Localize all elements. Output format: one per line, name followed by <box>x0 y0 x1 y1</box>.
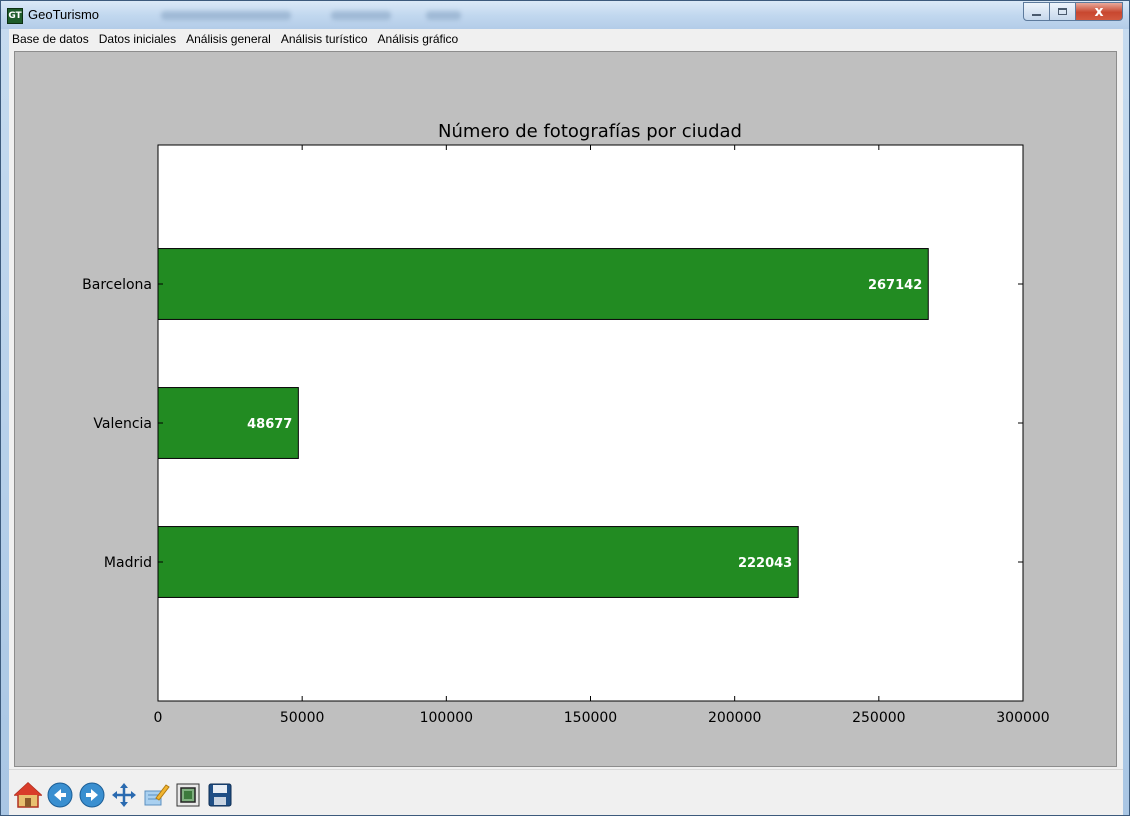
minimize-button[interactable] <box>1023 2 1050 21</box>
menu-analisis-general[interactable]: Análisis general <box>181 32 276 46</box>
pan-icon <box>112 783 136 807</box>
back-button[interactable] <box>45 780 75 810</box>
minimize-icon <box>1032 13 1041 16</box>
bar-value-label: 222043 <box>738 556 792 571</box>
zoom-to-rect-button[interactable] <box>173 780 203 810</box>
navigation-toolbar <box>9 769 1123 815</box>
menu-base-de-datos[interactable]: Base de datos <box>9 32 94 46</box>
forward-button[interactable] <box>77 780 107 810</box>
bar-chart: Número de fotografías por ciudad 222043 4… <box>15 52 1116 766</box>
x-tick-label: 100000 <box>420 710 473 726</box>
maximize-button[interactable] <box>1050 2 1076 21</box>
bar-value-label: 267142 <box>868 278 922 293</box>
y-tick-label: Madrid <box>104 555 152 571</box>
menu-analisis-grafico[interactable]: Análisis gráfico <box>373 32 464 46</box>
maximize-icon <box>1058 8 1067 15</box>
home-button[interactable] <box>13 780 43 810</box>
title-bar[interactable]: GT GeoTurismo x <box>1 1 1129 29</box>
x-tick-label: 200000 <box>708 710 761 726</box>
home-icon <box>14 781 42 808</box>
app-window: GT GeoTurismo x Base de datos Datos inic… <box>0 0 1130 816</box>
blurred-title-segment <box>161 11 291 20</box>
close-icon: x <box>1094 3 1104 20</box>
save-button[interactable] <box>205 780 235 810</box>
back-icon <box>47 782 73 808</box>
configure-subplots-button[interactable] <box>141 780 171 810</box>
save-icon <box>208 783 232 807</box>
bar-barcelona <box>157 248 929 320</box>
y-tick-label: Valencia <box>93 416 152 432</box>
window-controls: x <box>1023 2 1123 22</box>
x-tick-label: 150000 <box>564 710 617 726</box>
bar-madrid <box>157 526 799 598</box>
x-tick-label: 250000 <box>852 710 905 726</box>
bar-value-label: 48677 <box>247 417 292 432</box>
blurred-title-segment <box>426 11 461 20</box>
x-tick-label: 300000 <box>996 710 1049 726</box>
y-tick-label: Barcelona <box>82 277 152 293</box>
chart-title: Número de fotografías por ciudad <box>438 121 742 142</box>
x-tick-label: 50000 <box>280 710 325 726</box>
window-title: GeoTurismo <box>28 7 100 22</box>
figure-canvas[interactable]: Número de fotografías por ciudad 222043 4… <box>14 51 1117 767</box>
app-logo-icon: GT <box>7 8 23 24</box>
menu-bar: Base de datos Datos iniciales Análisis g… <box>9 29 1123 49</box>
menu-analisis-turistico[interactable]: Análisis turístico <box>276 32 373 46</box>
close-button[interactable]: x <box>1076 2 1123 21</box>
zoom-rect-icon <box>176 783 200 807</box>
forward-icon <box>79 782 105 808</box>
subplots-icon <box>144 784 170 806</box>
pan-button[interactable] <box>109 780 139 810</box>
blurred-title-segment <box>331 11 391 20</box>
x-tick-label: 0 <box>154 710 163 726</box>
menu-datos-iniciales[interactable]: Datos iniciales <box>94 32 181 46</box>
